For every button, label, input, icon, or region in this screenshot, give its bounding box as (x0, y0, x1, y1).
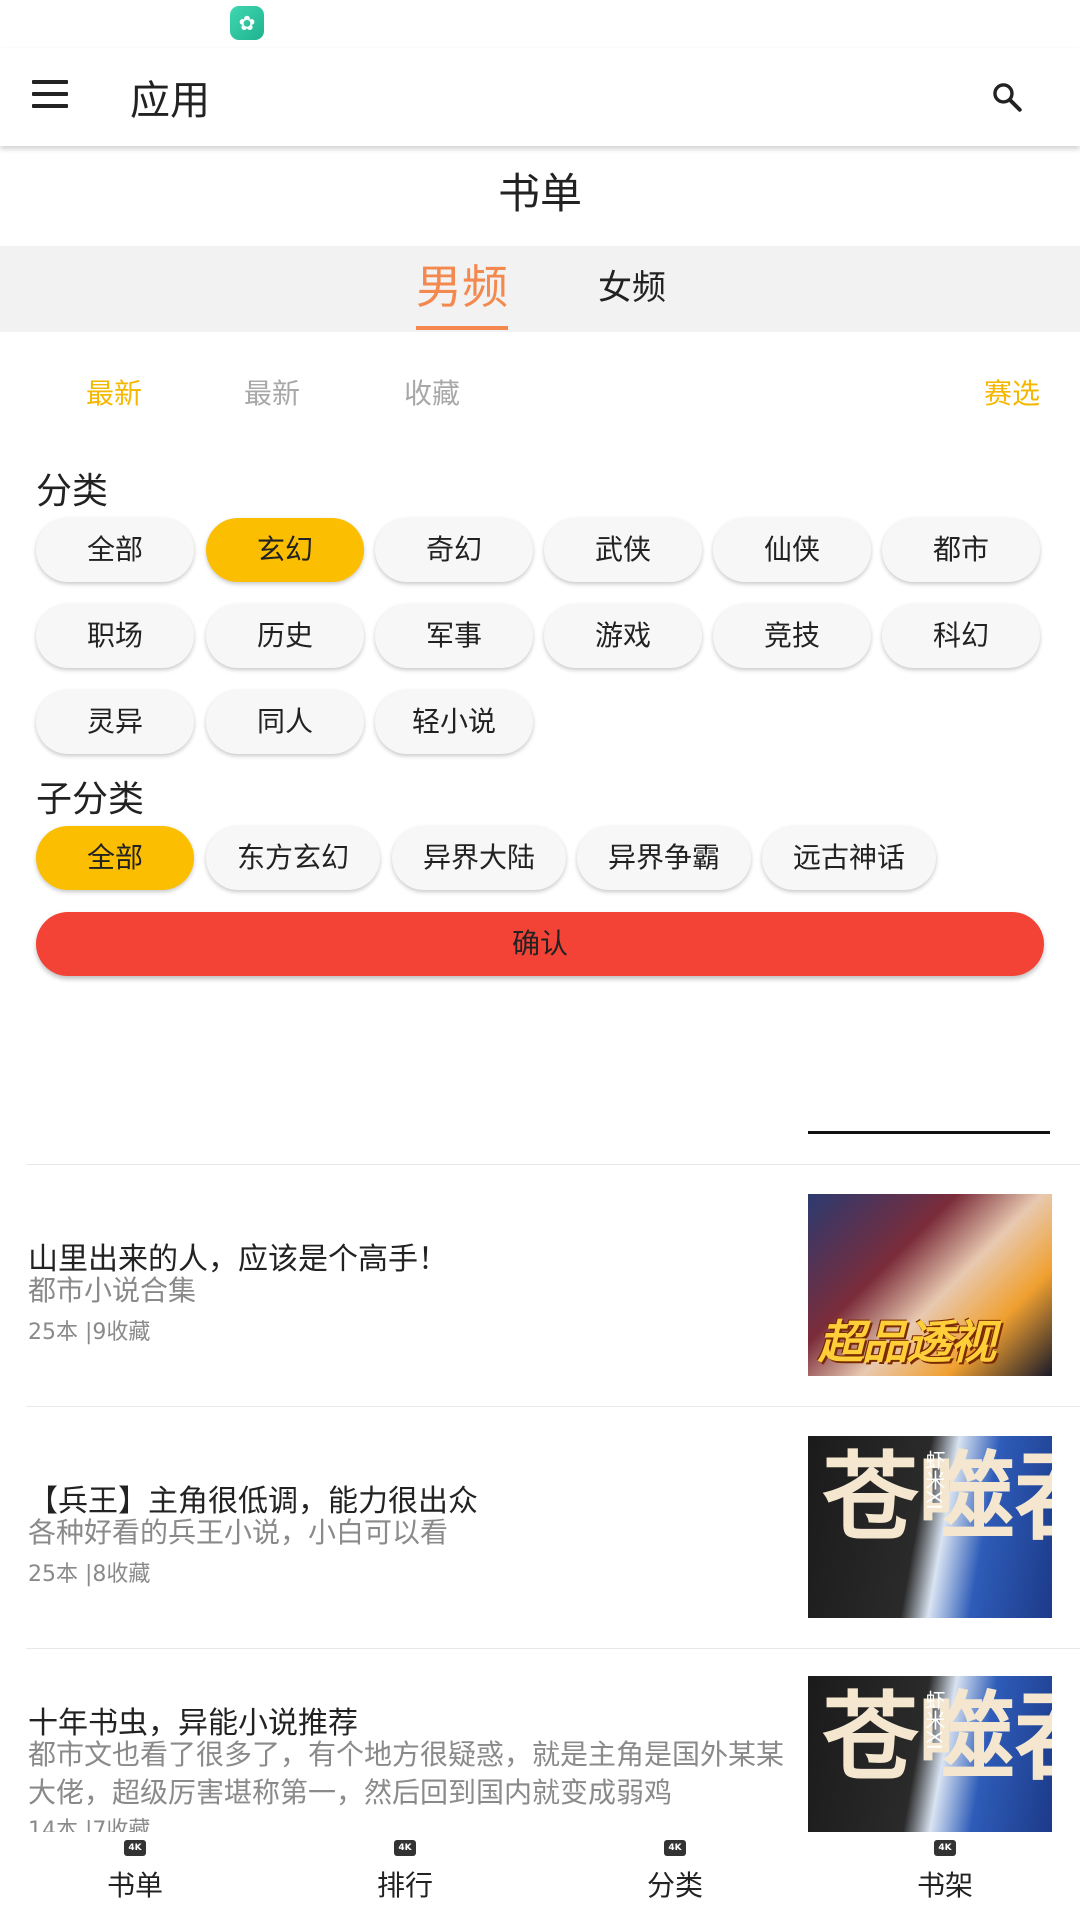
tab-indicator (416, 326, 508, 330)
ranking-icon: 4K (394, 1840, 416, 1856)
subcategory-chip-dongfang[interactable]: 东方玄幻 (206, 826, 380, 890)
nav-label: 分类 (646, 1869, 703, 1902)
category-chip-all[interactable]: 全部 (36, 518, 194, 582)
app-title: 应用 (130, 78, 210, 124)
nav-label: 排行 (376, 1869, 433, 1902)
status-bar: ✿ (0, 0, 1080, 48)
subcategory-chip-yijie-zhengba[interactable]: 异界争霸 (577, 826, 751, 890)
gender-tabs: 男频 女频 (0, 246, 1080, 332)
category-chip-qihuan[interactable]: 奇幻 (375, 518, 533, 582)
sort-favorites[interactable]: 收藏 (404, 372, 460, 412)
nav-label: 书单 (106, 1869, 163, 1902)
cover-author: 虾米XI (922, 1450, 946, 1510)
category-chip-xianxia[interactable]: 仙侠 (713, 518, 871, 582)
subcategory-chip-yuangu[interactable]: 远古神话 (762, 826, 936, 890)
filter-button[interactable]: 赛选 (984, 372, 1040, 412)
category-chip-junshi[interactable]: 军事 (375, 604, 533, 668)
book-cover-partial (808, 1080, 1050, 1134)
list-item[interactable]: 山里出来的人，应该是个高手！ 都市小说合集 25本 |9收藏 超品透视 (0, 1166, 1080, 1406)
book-description: 都市文也看了很多了，有个地方很疑惑，就是主角是国外某某大佬，超级厉害堪称第一，然… (28, 1738, 785, 1809)
category-icon: 4K (664, 1840, 686, 1856)
page-title: 书单 (497, 169, 582, 218)
book-stats: 25本 |9收藏 (28, 1320, 151, 1345)
list-item[interactable]: 【兵王】主角很低调，能力很出众 各种好看的兵王小说，小白可以看 25本 |8收藏… (0, 1408, 1080, 1648)
tab-female[interactable]: 女频 (598, 260, 666, 309)
tab-male[interactable]: 男频 (416, 251, 508, 317)
subcategory-chip-yijie-dalu[interactable]: 异界大陆 (392, 826, 566, 890)
divider (26, 1648, 1080, 1649)
nav-item-category[interactable]: 4K 分类 (540, 1832, 810, 1920)
category-chip-xuanhuan[interactable]: 玄幻 (206, 518, 364, 582)
category-chip-wuxia[interactable]: 武侠 (544, 518, 702, 582)
book-cover: 吞噬苍 虾米XI (808, 1676, 1052, 1832)
book-cover: 吞噬苍 虾米XI (808, 1436, 1052, 1618)
subcategory-label: 子分类 (36, 779, 145, 820)
divider (26, 1164, 1080, 1165)
sort-row: 最新 最新 收藏 赛选 (0, 372, 1080, 412)
app-notification-icon: ✿ (230, 6, 264, 40)
confirm-button[interactable]: 确认 (36, 912, 1044, 976)
cover-title: 超品透视 (818, 1315, 996, 1369)
sort-latest-2[interactable]: 最新 (244, 372, 300, 412)
category-chip-lingyi[interactable]: 灵异 (36, 690, 194, 754)
category-chip-qingxiaoshuo[interactable]: 轻小说 (375, 690, 533, 754)
nav-item-bookshelf[interactable]: 4K 书架 (810, 1832, 1080, 1920)
divider (26, 1406, 1080, 1407)
book-stats: 25本 |8收藏 (28, 1562, 151, 1587)
category-chip-jingji[interactable]: 竞技 (713, 604, 871, 668)
category-chip-kehuan[interactable]: 科幻 (882, 604, 1040, 668)
category-chip-dushi[interactable]: 都市 (882, 518, 1040, 582)
cover-author: 虾米XI (922, 1690, 946, 1750)
nav-item-booklist[interactable]: 4K 书单 (0, 1832, 270, 1920)
list-item[interactable]: 十年书虫，异能小说推荐 都市文也看了很多了，有个地方很疑惑，就是主角是国外某某大… (0, 1650, 1080, 1832)
category-chip-tongren[interactable]: 同人 (206, 690, 364, 754)
menu-icon[interactable] (32, 80, 68, 110)
sort-latest[interactable]: 最新 (86, 372, 142, 412)
booklist-icon: 4K (124, 1840, 146, 1856)
nav-item-ranking[interactable]: 4K 排行 (270, 1832, 540, 1920)
category-chip-zhichang[interactable]: 职场 (36, 604, 194, 668)
nav-label: 书架 (916, 1869, 973, 1902)
category-label: 分类 (36, 471, 109, 512)
subcategory-chip-all[interactable]: 全部 (36, 826, 194, 890)
app-bar: 应用 (0, 48, 1080, 146)
category-chip-youxi[interactable]: 游戏 (544, 604, 702, 668)
bookshelf-icon: 4K (934, 1840, 956, 1856)
category-chip-lishi[interactable]: 历史 (206, 604, 364, 668)
book-stats: 14本 |7收藏 (28, 1818, 151, 1832)
book-cover: 超品透视 (808, 1194, 1052, 1376)
book-description: 都市小说合集 (28, 1274, 197, 1307)
book-description: 各种好看的兵王小说，小白可以看 (28, 1516, 449, 1549)
search-icon[interactable] (990, 80, 1024, 114)
bottom-nav: 4K 书单 4K 排行 4K 分类 4K 书架 (0, 1832, 1080, 1920)
